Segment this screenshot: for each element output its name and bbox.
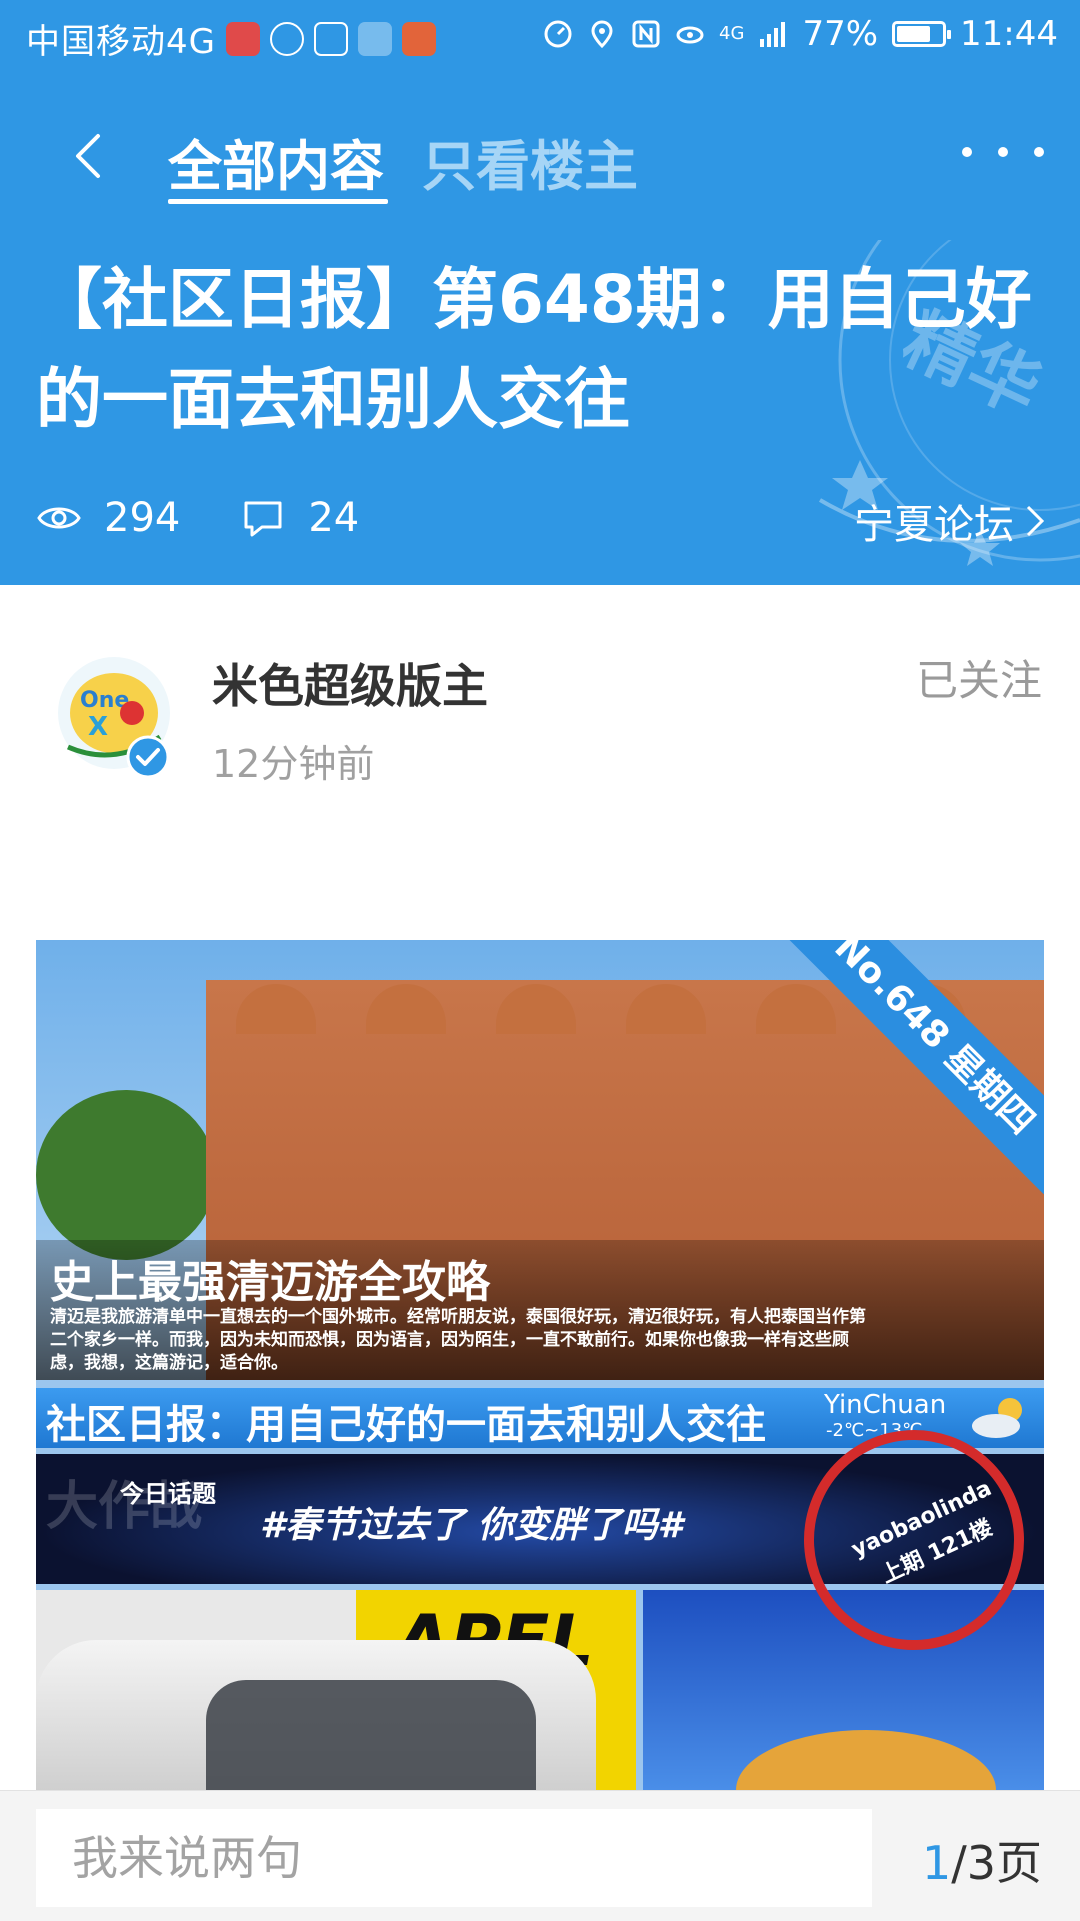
tab-owner-only[interactable]: 只看楼主 bbox=[422, 122, 638, 201]
topic-text: #春节过去了 你变胖了吗# bbox=[260, 1505, 683, 1546]
comment-input[interactable] bbox=[36, 1809, 872, 1907]
post-title: 【社区日报】第648期：用自己好的一面去和别人交往 bbox=[36, 261, 1032, 438]
post-time: 12分钟前 bbox=[212, 742, 375, 786]
weather-city: YinChuan bbox=[824, 1390, 947, 1420]
comment-icon bbox=[244, 501, 282, 537]
author-section: One X 米色超级版主 12分钟前 已关注 bbox=[0, 585, 1080, 885]
app-header: 全部内容 只看楼主 bbox=[0, 72, 1080, 240]
image-caption: 史上最强清迈游全攻略 清迈是我旅游清单中一直想去的一个国外城市。经常听朋友说，泰… bbox=[36, 1240, 1044, 1380]
post-image[interactable]: No.648 星期四 史上最强清迈游全攻略 清迈是我旅游清单中一直想去的一个国外… bbox=[36, 940, 1044, 1790]
nfc-icon bbox=[632, 20, 660, 48]
verified-badge-icon bbox=[126, 735, 170, 779]
eye-icon bbox=[37, 507, 81, 529]
chevron-right-icon bbox=[1026, 505, 1045, 537]
total-pages: /3页 bbox=[951, 1836, 1042, 1890]
video-app-icon bbox=[401, 21, 436, 56]
battery-icon bbox=[892, 21, 952, 47]
image-tree bbox=[36, 1090, 216, 1260]
status-bar: 中国移动4G 4G 77% 11:44 bbox=[0, 0, 1080, 72]
forum-link[interactable]: 宁夏论坛 bbox=[854, 492, 1046, 550]
comment-bar: 1/3页 bbox=[0, 1790, 1080, 1921]
network-type: 4G bbox=[719, 23, 745, 44]
location-icon bbox=[591, 20, 613, 49]
daily-title: 社区日报：用自己好的一面去和别人交往 bbox=[46, 1402, 766, 1448]
follow-button[interactable]: 已关注 bbox=[916, 647, 1042, 708]
weather-cloud-sun-icon bbox=[972, 1398, 1022, 1438]
topic-label: 今日话题 bbox=[120, 1480, 216, 1508]
eye-comfort-icon bbox=[676, 26, 704, 44]
comment-count: 24 bbox=[308, 495, 360, 541]
forum-name: 宁夏论坛 bbox=[854, 502, 1014, 548]
image-headline: 史上最强清迈游全攻略 bbox=[50, 1257, 490, 1308]
more-dots-icon[interactable] bbox=[962, 134, 1044, 170]
post-stats: 294 24 bbox=[36, 493, 359, 543]
image-body-text: 清迈是我旅游清单中一直想去的一个国外城市。经常听朋友说，泰国很好玩，清迈很好玩，… bbox=[50, 1307, 866, 1373]
current-page: 1 bbox=[921, 1836, 952, 1890]
speed-icon bbox=[544, 20, 572, 48]
status-right: 4G 77% 11:44 bbox=[543, 14, 1058, 54]
hand-icon bbox=[269, 21, 304, 56]
carrier-label: 中国移动4G bbox=[26, 22, 216, 62]
battery-percent: 77% bbox=[802, 14, 879, 54]
app-notification-icon bbox=[225, 21, 260, 56]
page-indicator[interactable]: 1/3页 bbox=[922, 1827, 1042, 1893]
battery-fill bbox=[897, 26, 930, 42]
tab-all-content[interactable]: 全部内容 bbox=[168, 122, 384, 201]
view-count: 294 bbox=[104, 495, 181, 541]
active-tab-indicator bbox=[168, 199, 388, 204]
signal-icon bbox=[760, 22, 786, 47]
car-app-icon bbox=[357, 21, 392, 56]
clock: 11:44 bbox=[960, 14, 1058, 54]
mail-icon bbox=[313, 21, 348, 56]
image-car-wrap bbox=[206, 1680, 536, 1790]
back-chevron-icon[interactable] bbox=[62, 128, 118, 184]
post-title-banner: 精华 【社区日报】第648期：用自己好的一面去和别人交往 294 24 宁夏论坛 bbox=[0, 240, 1080, 585]
status-left: 中国移动4G bbox=[26, 14, 436, 63]
author-name[interactable]: 米色超级版主 bbox=[212, 650, 488, 716]
svg-text:X: X bbox=[88, 712, 108, 742]
